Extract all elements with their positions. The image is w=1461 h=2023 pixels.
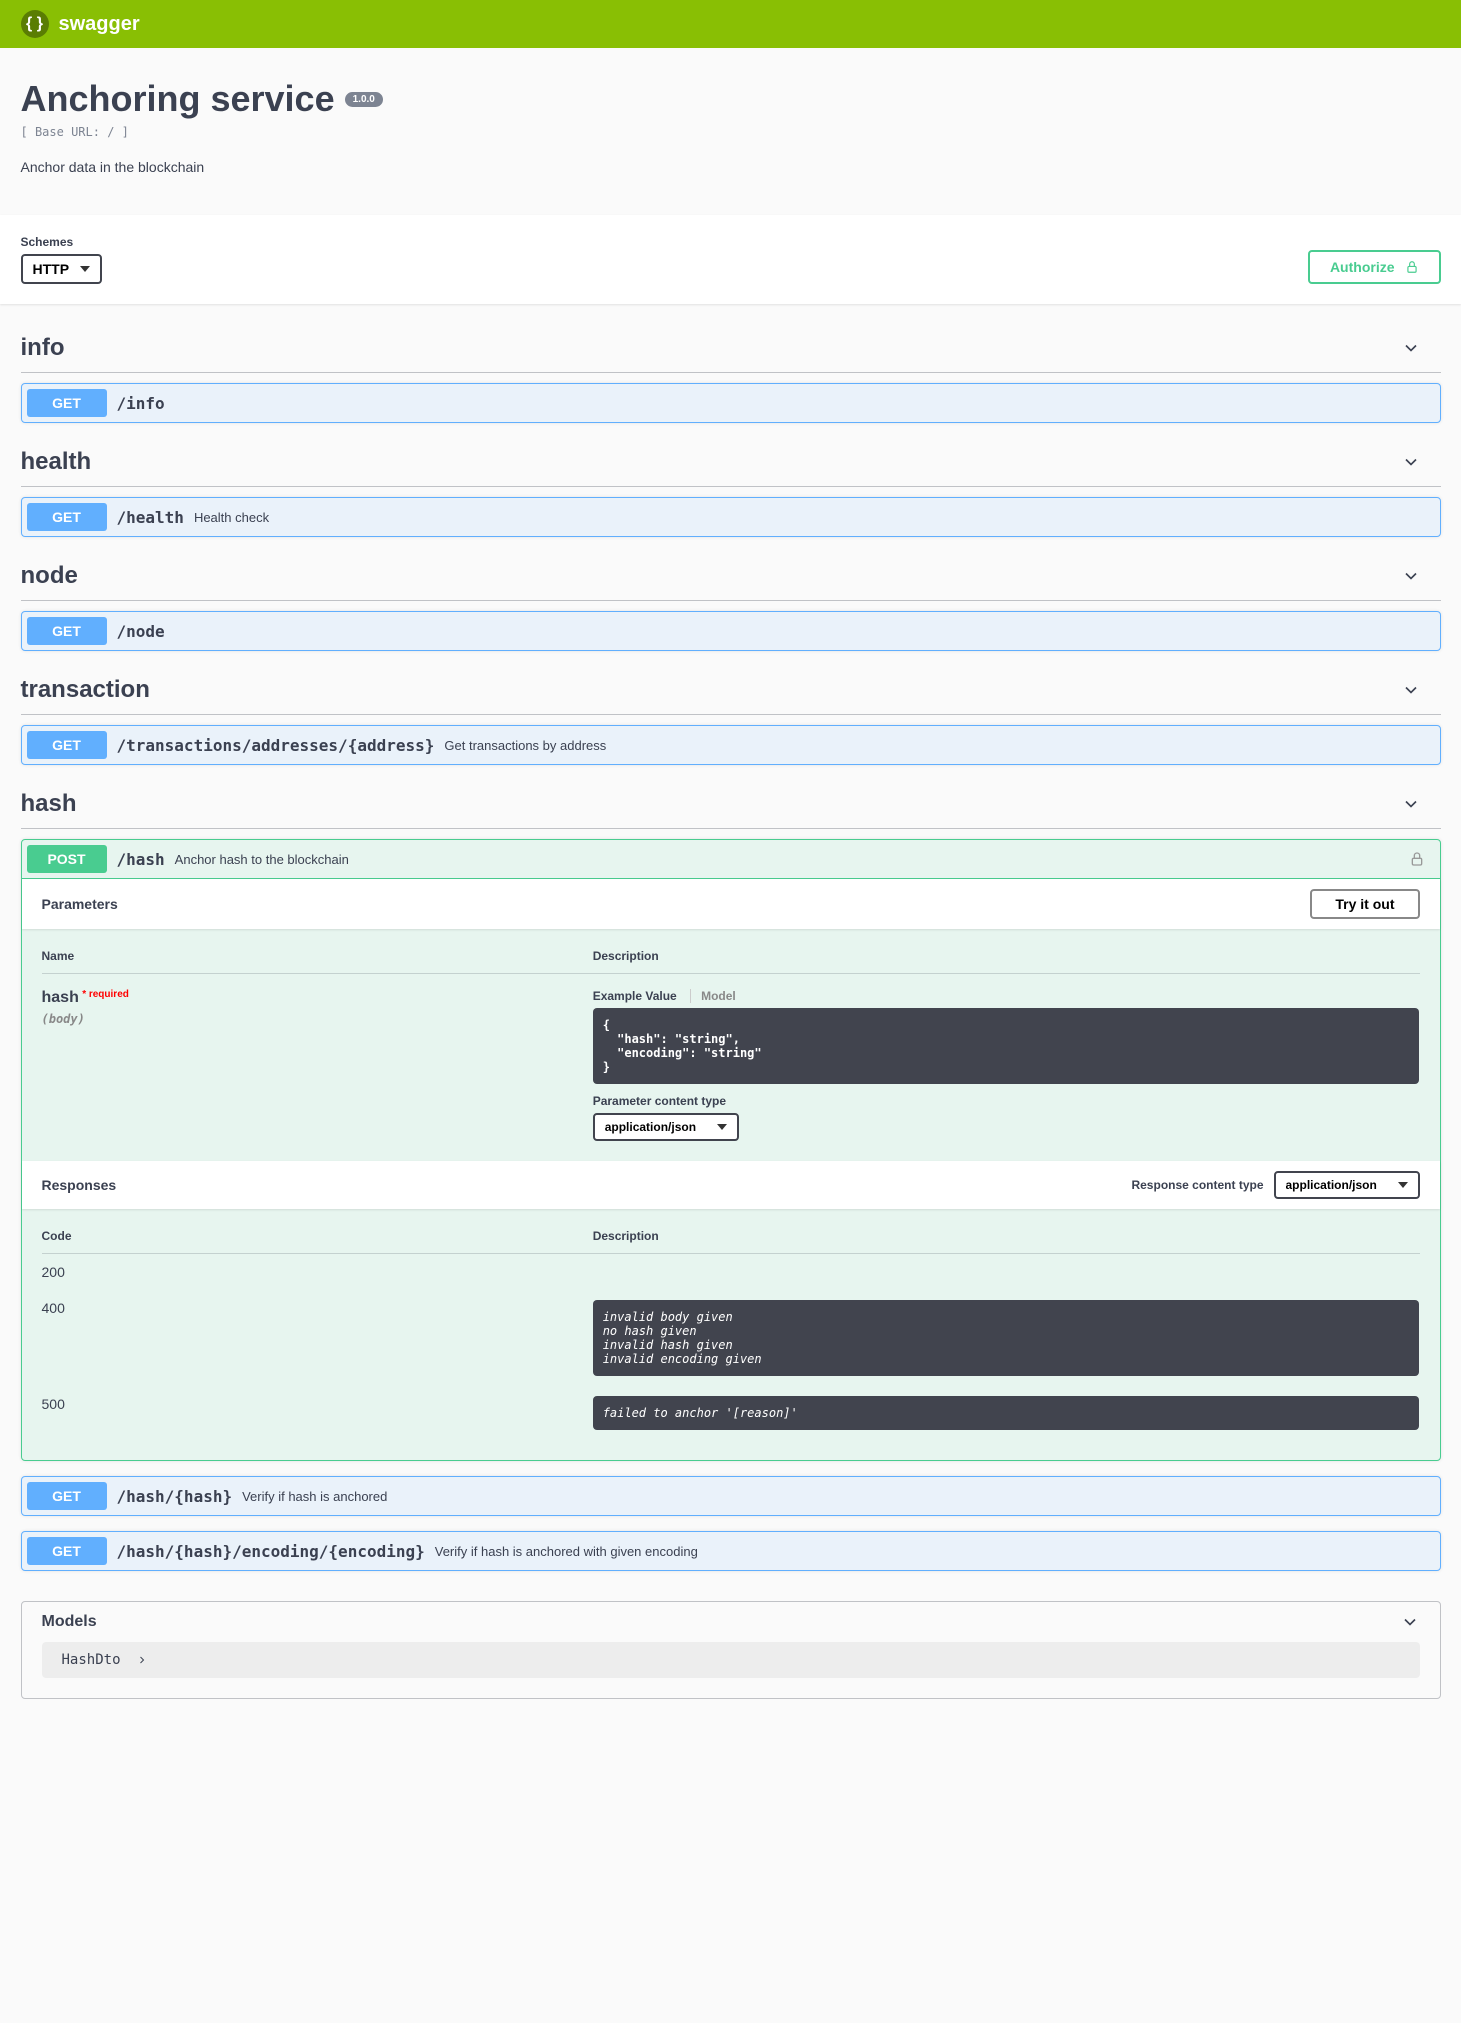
chevron-down-icon bbox=[1401, 452, 1421, 472]
resp-code-header: Code bbox=[42, 1229, 593, 1243]
authorize-button[interactable]: Authorize bbox=[1308, 250, 1441, 284]
swagger-logo-icon: { } bbox=[21, 10, 49, 38]
op-summary: Verify if hash is anchored bbox=[242, 1489, 387, 1504]
required-label: * required bbox=[82, 989, 129, 1000]
method-badge: GET bbox=[27, 1482, 107, 1510]
method-badge: GET bbox=[27, 1537, 107, 1565]
chevron-down-icon bbox=[1401, 338, 1421, 358]
schemes-label: Schemes bbox=[21, 235, 102, 249]
method-badge: GET bbox=[27, 503, 107, 531]
swagger-logo-text: swagger bbox=[59, 13, 140, 36]
op-path: /info bbox=[117, 394, 165, 413]
op-summary: Get transactions by address bbox=[444, 738, 606, 753]
op-health-get[interactable]: GET /health Health check bbox=[21, 497, 1441, 537]
tag-hash: hash POST /hash Anchor hash to the block… bbox=[21, 780, 1441, 1571]
method-badge: POST bbox=[27, 845, 107, 873]
method-badge: GET bbox=[27, 731, 107, 759]
response-content-type-select[interactable]: application/json bbox=[1274, 1171, 1420, 1199]
response-code-200: 200 bbox=[42, 1264, 593, 1280]
op-hash-post-summary[interactable]: POST /hash Anchor hash to the blockchain bbox=[22, 840, 1440, 878]
models-section: Models HashDto bbox=[21, 1601, 1441, 1699]
models-header[interactable]: Models bbox=[22, 1602, 1440, 1642]
response-content-type-label: Response content type bbox=[1131, 1178, 1263, 1192]
tag-header-health[interactable]: health bbox=[21, 438, 1441, 487]
op-path: /health bbox=[117, 508, 184, 527]
chevron-down-icon bbox=[1401, 566, 1421, 586]
tag-node: node GET /node bbox=[21, 552, 1441, 651]
op-path: /node bbox=[117, 622, 165, 641]
info-section: Anchoring service 1.0.0 [ Base URL: / ] … bbox=[1, 48, 1461, 215]
api-title: Anchoring service 1.0.0 bbox=[21, 78, 1441, 120]
op-summary: Health check bbox=[194, 510, 269, 525]
topbar: { } swagger bbox=[0, 0, 1461, 48]
op-summary: Anchor hash to the blockchain bbox=[175, 852, 349, 867]
param-content-type-select[interactable]: application/json bbox=[593, 1113, 739, 1141]
tag-health: health GET /health Health check bbox=[21, 438, 1441, 537]
op-path: /hash/{hash} bbox=[117, 1487, 233, 1506]
lock-icon[interactable] bbox=[1409, 851, 1425, 867]
response-desc-500: failed to anchor '[reason]' bbox=[593, 1396, 1420, 1430]
swagger-logo[interactable]: { } swagger bbox=[21, 10, 140, 38]
model-hashdto[interactable]: HashDto bbox=[42, 1642, 1420, 1678]
responses-header: Responses Response content type applicat… bbox=[22, 1161, 1440, 1209]
tag-header-info[interactable]: info bbox=[21, 324, 1441, 373]
api-description: Anchor data in the blockchain bbox=[21, 159, 1441, 175]
resp-desc-header: Description bbox=[593, 1229, 1420, 1243]
op-hash-encoding-get[interactable]: GET /hash/{hash}/encoding/{encoding} Ver… bbox=[21, 1531, 1441, 1571]
tag-header-node[interactable]: node bbox=[21, 552, 1441, 601]
op-path: /hash bbox=[117, 850, 165, 869]
tab-example-value[interactable]: Example Value bbox=[593, 989, 687, 1003]
op-hash-post: POST /hash Anchor hash to the blockchain… bbox=[21, 839, 1441, 1461]
param-name: hash bbox=[42, 989, 79, 1006]
chevron-down-icon bbox=[1401, 794, 1421, 814]
chevron-right-icon bbox=[136, 1654, 148, 1666]
parameters-header: Parameters Try it out bbox=[22, 879, 1440, 929]
param-in: (body) bbox=[42, 1012, 593, 1026]
try-it-out-button[interactable]: Try it out bbox=[1310, 889, 1419, 919]
chevron-down-icon bbox=[1401, 680, 1421, 700]
method-badge: GET bbox=[27, 389, 107, 417]
base-url: [ Base URL: / ] bbox=[21, 125, 1441, 139]
method-badge: GET bbox=[27, 617, 107, 645]
op-hash-verify-get[interactable]: GET /hash/{hash} Verify if hash is ancho… bbox=[21, 1476, 1441, 1516]
tab-model[interactable]: Model bbox=[690, 989, 746, 1003]
col-desc-header: Description bbox=[593, 949, 1420, 963]
version-badge: 1.0.0 bbox=[345, 92, 383, 107]
tag-transaction: transaction GET /transactions/addresses/… bbox=[21, 666, 1441, 765]
example-body[interactable]: { "hash": "string", "encoding": "string"… bbox=[593, 1008, 1420, 1084]
op-path: /hash/{hash}/encoding/{encoding} bbox=[117, 1542, 425, 1561]
scheme-select[interactable]: HTTP bbox=[21, 254, 102, 284]
op-path: /transactions/addresses/{address} bbox=[117, 736, 435, 755]
chevron-down-icon bbox=[1400, 1612, 1420, 1632]
tag-header-transaction[interactable]: transaction bbox=[21, 666, 1441, 715]
tag-info: info GET /info bbox=[21, 324, 1441, 423]
op-node-get[interactable]: GET /node bbox=[21, 611, 1441, 651]
op-transactions-get[interactable]: GET /transactions/addresses/{address} Ge… bbox=[21, 725, 1441, 765]
response-desc-400: invalid body given no hash given invalid… bbox=[593, 1300, 1420, 1376]
response-code-500: 500 bbox=[42, 1396, 593, 1430]
lock-icon bbox=[1405, 260, 1419, 274]
op-summary: Verify if hash is anchored with given en… bbox=[435, 1544, 698, 1559]
param-content-type-label: Parameter content type bbox=[593, 1094, 1420, 1108]
response-code-400: 400 bbox=[42, 1300, 593, 1376]
scheme-bar: Schemes HTTP Authorize bbox=[0, 215, 1461, 304]
col-name-header: Name bbox=[42, 949, 593, 963]
op-info-get[interactable]: GET /info bbox=[21, 383, 1441, 423]
tag-header-hash[interactable]: hash bbox=[21, 780, 1441, 829]
